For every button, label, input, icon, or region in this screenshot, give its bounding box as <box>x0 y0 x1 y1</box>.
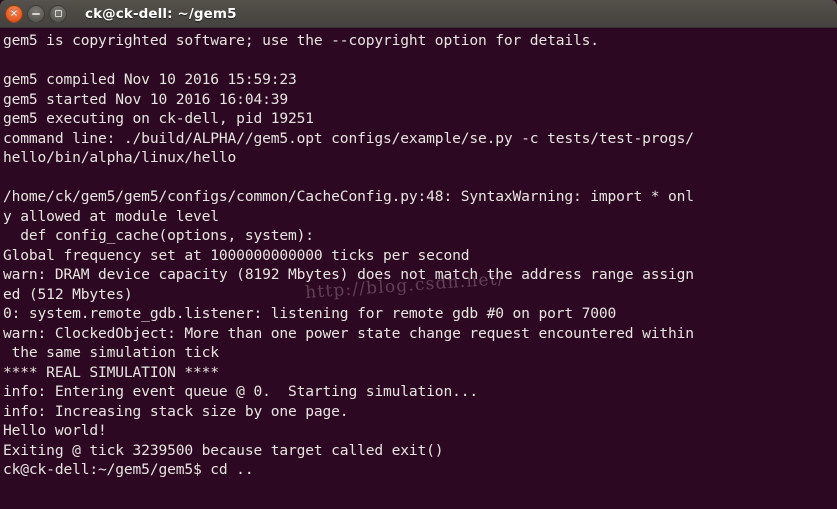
terminal-line: command line: ./build/ALPHA//gem5.opt co… <box>3 129 694 147</box>
terminal-line: warn: DRAM device capacity (8192 Mbytes)… <box>3 266 694 283</box>
terminal-line: def config_cache(options, system): <box>3 227 314 244</box>
terminal-output-area[interactable]: gem5 is copyrighted software; use the --… <box>0 28 837 509</box>
terminal-line: info: Increasing stack size by one page. <box>3 402 349 420</box>
terminal-line: gem5 executing on ck-dell, pid 19251 <box>3 110 314 127</box>
maximize-glyph <box>54 10 62 17</box>
terminal-line: ed (512 Mbytes) <box>3 285 133 303</box>
terminal-line: /home/ck/gem5/gem5/configs/common/CacheC… <box>3 188 694 205</box>
close-button-icon[interactable]: × <box>5 4 23 23</box>
terminal-line: Hello world! <box>3 422 107 439</box>
terminal-line: 0: system.remote_gdb.listener: listening… <box>3 305 617 322</box>
terminal-line: **** REAL SIMULATION **** <box>3 363 219 381</box>
terminal-line: gem5 is copyrighted software; use the --… <box>3 32 599 49</box>
minimize-glyph <box>32 12 40 15</box>
terminal-line: info: Entering event queue @ 0. Starting… <box>3 383 478 400</box>
terminal-line: hello/bin/alpha/linux/hello <box>3 149 237 166</box>
terminal-line: gem5 compiled Nov 10 2016 15:59:23 <box>3 71 297 88</box>
window-controls: × <box>5 4 67 23</box>
window-titlebar[interactable]: × ck@ck-dell: ~/gem5 <box>0 0 837 28</box>
terminal-line: y allowed at module level <box>3 207 219 225</box>
terminal-line: warn: ClockedObject: More than one power… <box>3 324 694 342</box>
terminal-line: gem5 started Nov 10 2016 16:04:39 <box>3 90 288 108</box>
terminal-window: × ck@ck-dell: ~/gem5 gem5 is copyrighted… <box>0 0 837 509</box>
terminal-line: Exiting @ tick 3239500 because target ca… <box>3 441 444 459</box>
window-title: ck@ck-dell: ~/gem5 <box>85 5 237 22</box>
terminal-line: ck@ck-dell:~/gem5/gem5$ cd .. <box>3 461 254 478</box>
maximize-button-icon[interactable] <box>49 4 67 23</box>
minimize-button-icon[interactable] <box>27 4 45 23</box>
terminal-lines: gem5 is copyrighted software; use the --… <box>1 31 837 480</box>
terminal-line: the same simulation tick <box>3 344 219 361</box>
terminal-line: Global frequency set at 1000000000000 ti… <box>3 246 470 264</box>
